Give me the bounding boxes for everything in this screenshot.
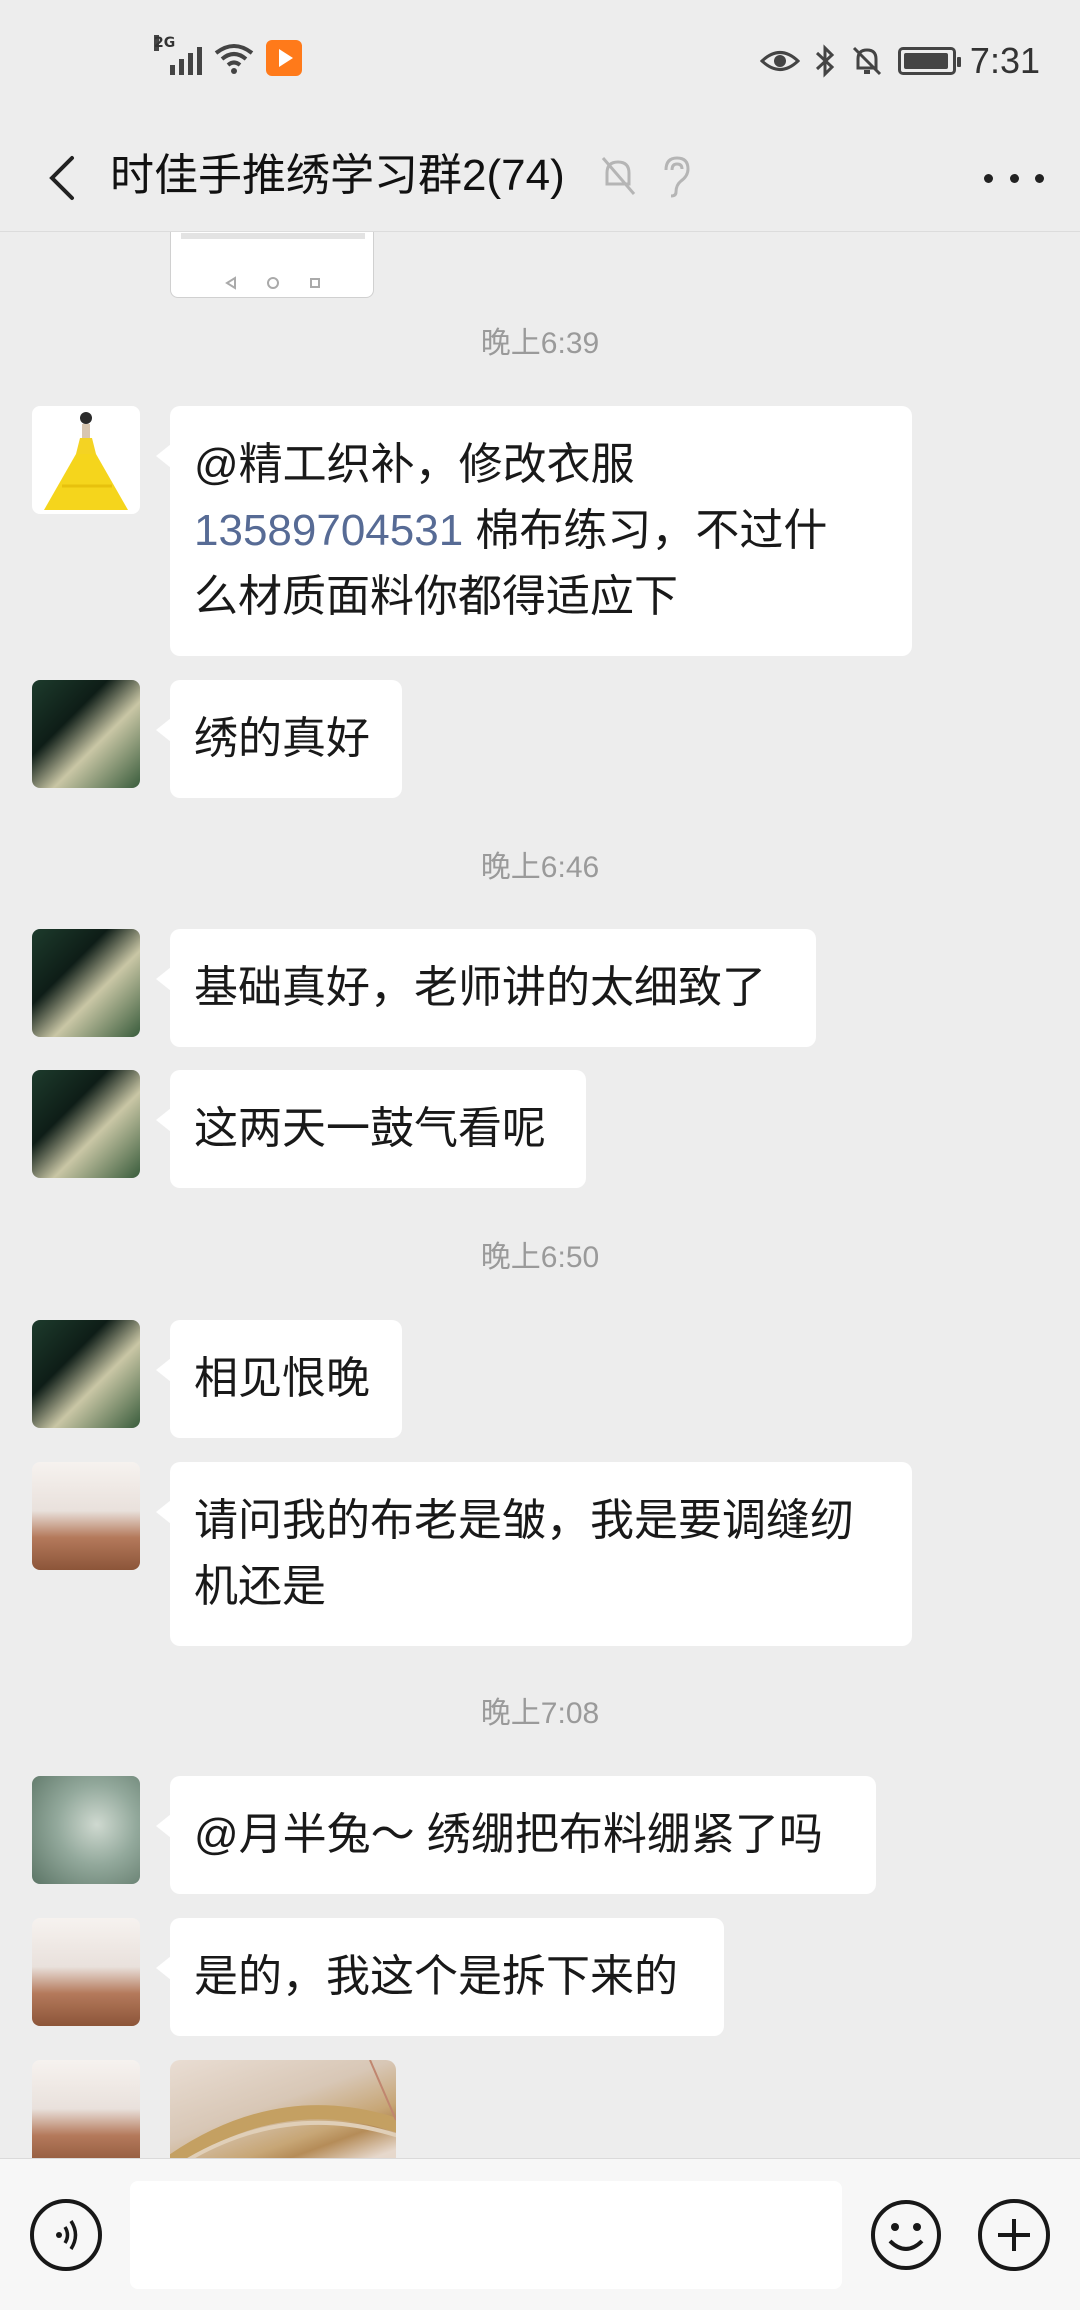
avatar[interactable]	[32, 1918, 140, 2026]
video-app-icon	[266, 40, 302, 76]
message-bubble[interactable]: 绣的真好	[156, 680, 402, 798]
photo-content-icon	[170, 2060, 396, 2158]
timestamp: 晚上7:08	[480, 1697, 600, 1730]
message-bubble[interactable]: 请问我的布老是皱，我是要调缝纫 机还是	[156, 1462, 912, 1646]
timestamp: 晚上6:39	[480, 327, 600, 360]
message-bubble[interactable]: @月半兔～ 绣绷把布料绷紧了吗	[156, 1776, 876, 1894]
eye-icon	[759, 51, 800, 71]
emoji-icon[interactable]	[870, 2199, 942, 2271]
phone-number-link[interactable]: 13589704531	[194, 506, 463, 555]
avatar[interactable]	[32, 1462, 140, 1570]
avatar[interactable]	[32, 1070, 140, 1178]
timestamp: 晚上6:46	[480, 851, 600, 884]
timestamp: 晚上6:50	[480, 1241, 600, 1274]
chat-header: 时佳手推绣学习群2(74)	[0, 124, 1080, 232]
plus-icon[interactable]	[978, 2199, 1050, 2271]
earpiece-icon	[664, 156, 690, 198]
mute-icon	[852, 46, 881, 76]
image-message-partial[interactable]	[170, 232, 374, 298]
message-bubble[interactable]: 是的，我这个是拆下来的	[156, 1918, 724, 2036]
message-bubble[interactable]: 这两天一鼓气看呢	[156, 1070, 586, 1188]
avatar[interactable]	[32, 929, 140, 1037]
image-message[interactable]	[170, 2060, 396, 2158]
more-icon[interactable]	[984, 158, 1044, 198]
avatar[interactable]	[32, 2060, 140, 2158]
status-bar: 2G 7:31	[0, 0, 1080, 124]
cellular-signal-icon: 2G	[154, 35, 202, 75]
voice-icon[interactable]	[30, 2199, 102, 2271]
mute-bell-icon	[601, 157, 636, 195]
avatar[interactable]	[32, 406, 140, 514]
avatar[interactable]	[32, 680, 140, 788]
message-input[interactable]	[130, 2181, 842, 2289]
avatar[interactable]	[32, 1776, 140, 1884]
battery-icon	[897, 47, 961, 75]
wifi-icon	[214, 44, 254, 74]
input-bar	[0, 2158, 1080, 2310]
avatar[interactable]	[32, 1320, 140, 1428]
back-icon[interactable]	[34, 148, 94, 208]
chat-title: 时佳手推绣学习群2(74)	[110, 151, 565, 200]
bluetooth-icon	[815, 44, 835, 78]
message-bubble[interactable]: 相见恨晚	[156, 1320, 402, 1438]
chat-message-list[interactable]: 晚上6:39 @精工织补，修改衣服 13589704531 棉布练习，不过什 么…	[0, 232, 1080, 2158]
message-bubble[interactable]: 基础真好，老师讲的太细致了	[156, 929, 816, 1047]
message-bubble[interactable]: @精工织补，修改衣服 13589704531 棉布练习，不过什 么材质面料你都得…	[156, 406, 912, 656]
image-thumbnail-icon	[181, 233, 365, 290]
clock: 7:31	[969, 40, 1040, 81]
